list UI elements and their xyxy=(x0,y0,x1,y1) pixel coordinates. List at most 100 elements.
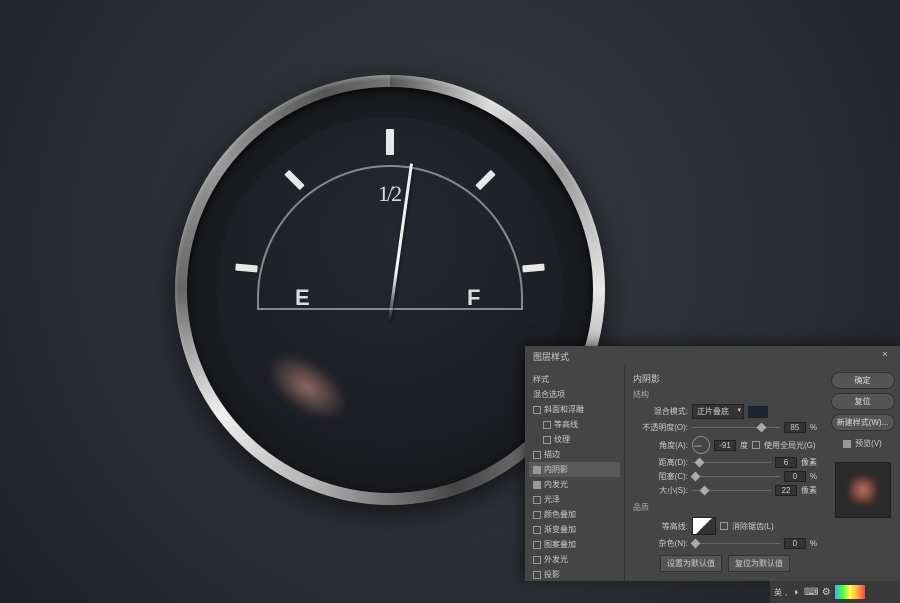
moon-icon[interactable]: ◗ xyxy=(790,586,802,598)
effect-satin[interactable]: 光泽 xyxy=(529,492,620,507)
gauge-label-full: F xyxy=(467,285,480,311)
dialog-title-text: 图层样式 xyxy=(533,350,569,363)
ime-comma[interactable]: , xyxy=(785,588,787,597)
effect-texture[interactable]: 纹理 xyxy=(529,432,620,447)
contour-picker[interactable] xyxy=(692,517,716,535)
checkbox-icon[interactable] xyxy=(533,451,541,459)
color-bar-icon[interactable] xyxy=(835,585,865,599)
blend-options[interactable]: 混合选项 xyxy=(529,387,620,402)
effect-bevel[interactable]: 斜面和浮雕 xyxy=(529,402,620,417)
checkbox-icon[interactable] xyxy=(543,421,551,429)
distance-input[interactable] xyxy=(775,457,797,468)
checkbox-icon[interactable] xyxy=(533,406,541,414)
shadow-color-swatch[interactable] xyxy=(748,406,768,418)
styles-header[interactable]: 样式 xyxy=(529,372,620,387)
angle-dial[interactable] xyxy=(692,436,710,454)
choke-input[interactable] xyxy=(784,471,806,482)
checkbox-icon[interactable] xyxy=(533,541,541,549)
preview-swatch xyxy=(835,462,891,518)
effect-label: 纹理 xyxy=(554,434,570,445)
gear-icon[interactable]: ⚙ xyxy=(820,586,832,598)
taskbar: 英 , ◗ ⌨ ⚙ xyxy=(770,581,900,603)
blend-mode-dropdown[interactable]: 正片叠底 xyxy=(692,404,744,419)
effect-color-overlay[interactable]: 颜色叠加 xyxy=(529,507,620,522)
effect-pattern-overlay[interactable]: 图案叠加 xyxy=(529,537,620,552)
new-style-button[interactable]: 新建样式(W)... xyxy=(831,414,895,431)
default-buttons-row: 设置为默认值 复位为默认值 xyxy=(633,555,817,572)
gauge-tick-quarter xyxy=(284,170,305,191)
ime-indicator[interactable]: 英 xyxy=(774,587,782,598)
global-light-checkbox[interactable] xyxy=(752,441,760,449)
effect-label: 颜色叠加 xyxy=(544,509,576,520)
noise-label: 杂色(N): xyxy=(633,538,688,549)
make-default-button[interactable]: 设置为默认值 xyxy=(660,555,722,572)
opacity-input[interactable] xyxy=(784,422,806,433)
effect-gradient-overlay[interactable]: 渐变叠加 xyxy=(529,522,620,537)
layer-style-dialog[interactable]: 图层样式 × 样式 混合选项 斜面和浮雕 等高线 纹理 描边 内阴影 内发光 光… xyxy=(525,346,900,581)
gauge-label-half: 1/2 xyxy=(378,181,400,207)
gauge-tick-full xyxy=(522,264,545,273)
close-icon[interactable]: × xyxy=(878,349,892,363)
distance-label: 距离(D): xyxy=(633,457,688,468)
opacity-unit: % xyxy=(810,423,817,432)
checkbox-icon[interactable] xyxy=(533,571,541,579)
noise-input[interactable] xyxy=(784,538,806,549)
contour-row: 等高线: 消除锯齿(L) xyxy=(633,517,817,535)
size-row: 大小(S): 像素 xyxy=(633,485,817,496)
effect-label: 内发光 xyxy=(544,479,568,490)
gauge-tick-half xyxy=(386,129,394,155)
checkbox-icon[interactable] xyxy=(533,466,541,474)
blend-mode-label: 混合模式: xyxy=(633,406,688,417)
distance-slider[interactable] xyxy=(692,459,771,467)
choke-slider[interactable] xyxy=(692,473,780,481)
effect-label: 内阴影 xyxy=(544,464,568,475)
effect-label: 投影 xyxy=(544,569,560,580)
effects-list: 样式 混合选项 斜面和浮雕 等高线 纹理 描边 内阴影 内发光 光泽 颜色叠加 … xyxy=(525,366,625,581)
size-input[interactable] xyxy=(775,485,797,496)
section-title-inner-shadow: 内阴影 xyxy=(633,372,817,385)
choke-unit: % xyxy=(810,472,817,481)
size-slider[interactable] xyxy=(692,487,771,495)
opacity-slider[interactable] xyxy=(692,424,780,432)
effect-label: 渐变叠加 xyxy=(544,524,576,535)
effect-inner-glow[interactable]: 内发光 xyxy=(529,477,620,492)
noise-unit: % xyxy=(810,539,817,548)
checkbox-icon[interactable] xyxy=(533,481,541,489)
quality-label: 品质 xyxy=(633,502,817,513)
choke-label: 阻塞(C): xyxy=(633,471,688,482)
angle-input[interactable] xyxy=(714,440,736,451)
size-label: 大小(S): xyxy=(633,485,688,496)
structure-label: 结构 xyxy=(633,389,817,400)
distance-unit: 像素 xyxy=(801,457,817,468)
choke-row: 阻塞(C): % xyxy=(633,471,817,482)
contour-label: 等高线: xyxy=(633,521,688,532)
effect-label: 外发光 xyxy=(544,554,568,565)
effect-inner-shadow[interactable]: 内阴影 xyxy=(529,462,620,477)
reset-default-button[interactable]: 复位为默认值 xyxy=(728,555,790,572)
noise-slider[interactable] xyxy=(692,540,780,548)
gauge-tick-empty xyxy=(235,264,258,273)
checkbox-icon[interactable] xyxy=(543,436,551,444)
angle-row: 角度(A): 度 使用全局光(G) xyxy=(633,436,817,454)
effect-drop-shadow[interactable]: 投影 xyxy=(529,567,620,582)
preview-checkbox[interactable] xyxy=(843,440,851,448)
checkbox-icon[interactable] xyxy=(533,496,541,504)
effect-settings: 内阴影 结构 混合模式: 正片叠底 不透明度(O): % 角度(A): xyxy=(625,366,825,581)
ok-button[interactable]: 确定 xyxy=(831,372,895,389)
effect-stroke[interactable]: 描边 xyxy=(529,447,620,462)
preview-row: 预览(V) xyxy=(843,438,882,449)
antialias-checkbox[interactable] xyxy=(720,522,728,530)
antialias-label: 消除锯齿(L) xyxy=(732,521,774,532)
checkbox-icon[interactable] xyxy=(533,526,541,534)
noise-row: 杂色(N): % xyxy=(633,538,817,549)
dialog-titlebar[interactable]: 图层样式 × xyxy=(525,346,900,366)
effect-label: 光泽 xyxy=(544,494,560,505)
effect-outer-glow[interactable]: 外发光 xyxy=(529,552,620,567)
cancel-button[interactable]: 复位 xyxy=(831,393,895,410)
effect-contour[interactable]: 等高线 xyxy=(529,417,620,432)
checkbox-icon[interactable] xyxy=(533,556,541,564)
keyboard-icon[interactable]: ⌨ xyxy=(805,586,817,598)
blend-mode-row: 混合模式: 正片叠底 xyxy=(633,404,817,419)
checkbox-icon[interactable] xyxy=(533,511,541,519)
effect-label: 图案叠加 xyxy=(544,539,576,550)
